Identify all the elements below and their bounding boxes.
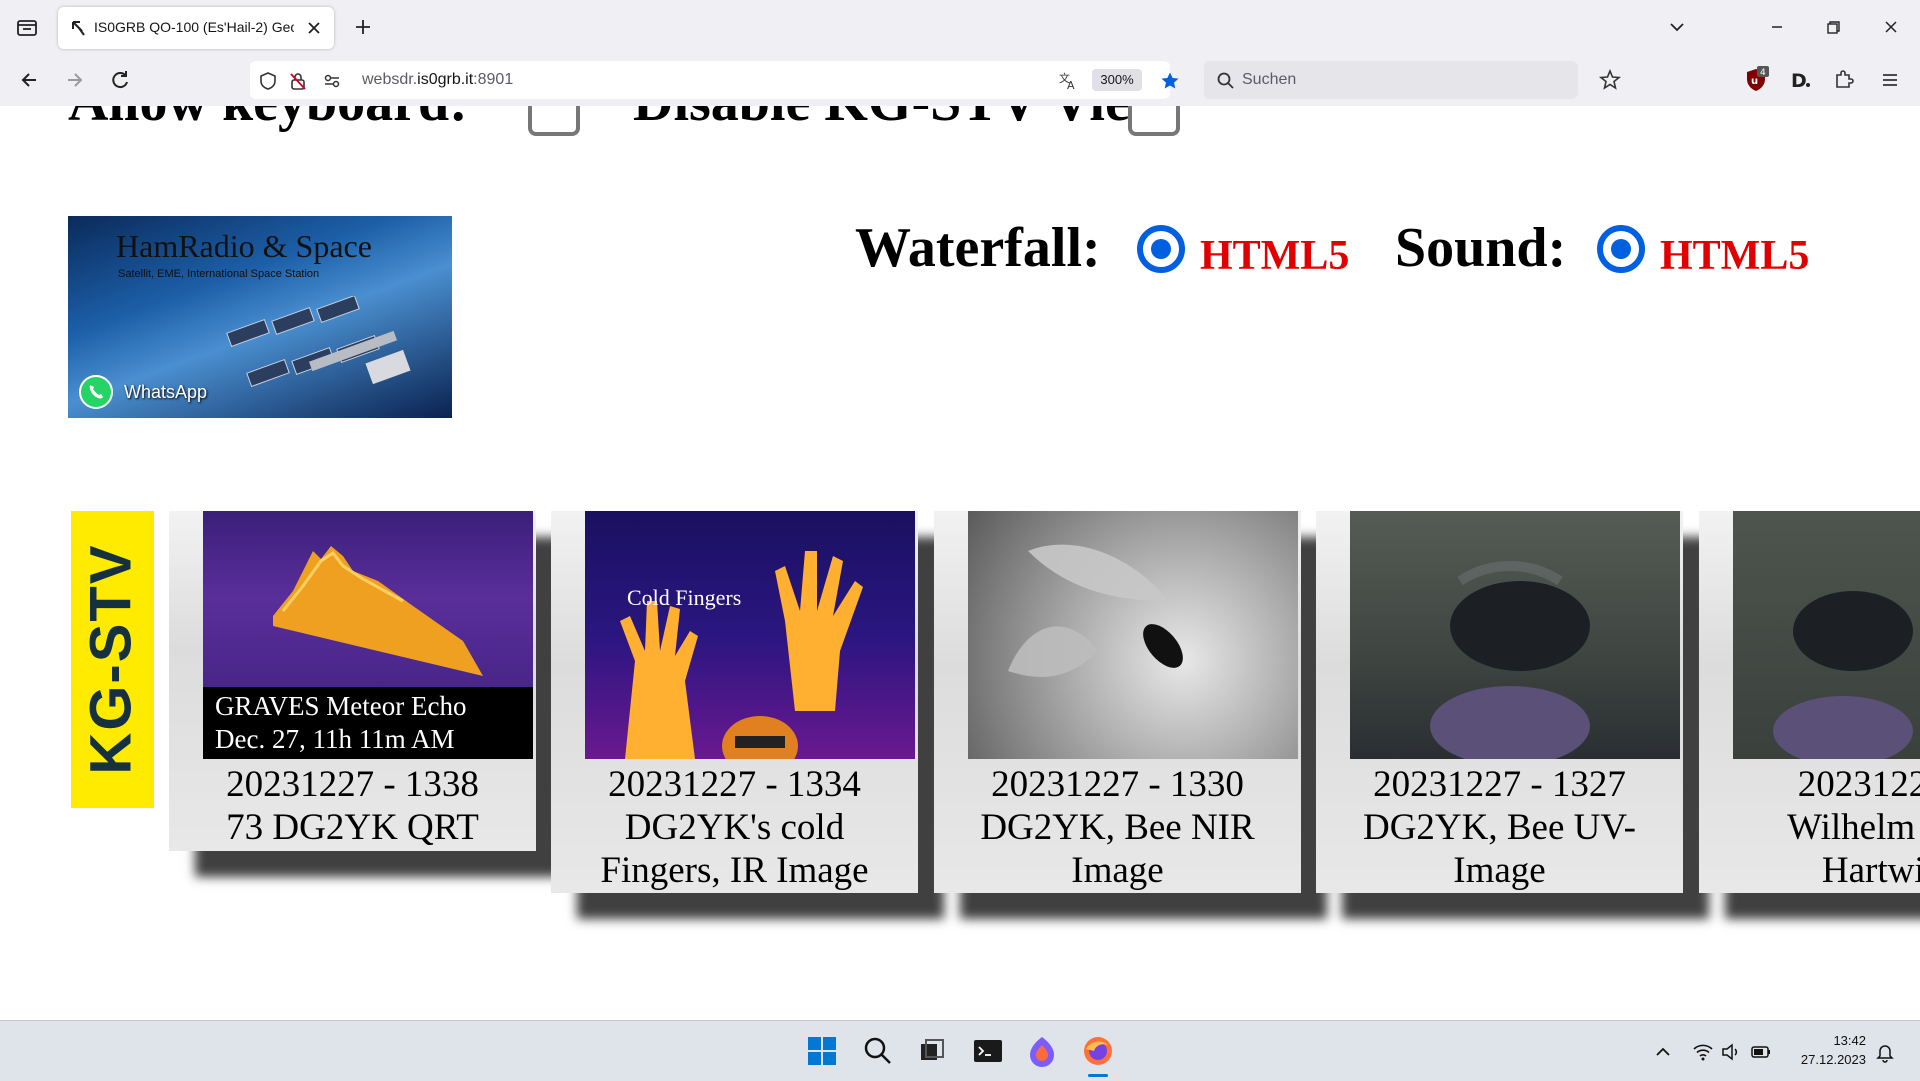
chevron-up-icon[interactable] <box>1652 1041 1674 1063</box>
graves-meteor-image: GRAVES Meteor Echo Dec. 27, 11h 11m AM <box>203 511 533 759</box>
svg-text:u: u <box>1751 76 1758 87</box>
search-placeholder: Suchen <box>1242 71 1297 88</box>
system-clock[interactable]: 13:42 27.12.2023 <box>1790 1031 1866 1069</box>
svg-text:A: A <box>1067 79 1075 91</box>
banner-subtitle: Satellit, EME, International Space Stati… <box>118 268 320 280</box>
card-caption: 20231227 - 1334 DG2YK's cold Fingers, IR… <box>600 764 869 891</box>
clock-time: 13:42 <box>1833 1033 1866 1048</box>
extensions-puzzle-icon[interactable] <box>1830 66 1858 94</box>
whatsapp-label: WhatsApp <box>124 382 208 402</box>
page-content: Allow keyboard: Disable KG-STV View HamR… <box>0 106 1920 1020</box>
allow-keyboard-label: Allow keyboard: <box>68 106 468 134</box>
space-station-image <box>226 296 411 388</box>
gallery-card[interactable]: 20231227 - 1327 DG2YK, Bee UV- Image <box>1316 511 1683 893</box>
firefox-icon[interactable] <box>1082 1035 1114 1067</box>
browser-app-icon[interactable] <box>1026 1035 1058 1067</box>
bookmark-star-icon[interactable] <box>1160 71 1180 91</box>
bee-nir-image <box>968 511 1298 759</box>
hamburger-menu-icon[interactable] <box>1876 66 1904 94</box>
waterfall-label: Waterfall: <box>855 217 1101 279</box>
allow-keyboard-checkbox[interactable] <box>528 106 580 136</box>
browser-chrome: IS0GRB QO-100 (Es'Hail-2) Geo websdr.is0… <box>0 0 1920 106</box>
back-arrow-icon[interactable] <box>16 66 44 94</box>
url-bar[interactable]: websdr.is0grb.it:8901 文A 300% <box>250 61 1179 99</box>
task-view-icon[interactable] <box>916 1035 948 1067</box>
close-window-icon[interactable] <box>1878 14 1904 40</box>
tab-active[interactable]: IS0GRB QO-100 (Es'Hail-2) Geo <box>58 7 334 49</box>
windows-taskbar: 13:42 27.12.2023 <box>0 1020 1920 1081</box>
dashlane-extension-icon[interactable]: D <box>1786 66 1814 94</box>
volume-icon[interactable] <box>1720 1041 1742 1063</box>
card-caption: 20231227 - Wilhelm DG Hartwig <box>1787 764 1920 891</box>
gallery-card[interactable]: 20231227 - 1330 DG2YK, Bee NIR Image <box>934 511 1301 893</box>
hamradio-space-banner[interactable]: HamRadio & Space Satellit, EME, Internat… <box>68 216 452 418</box>
chevron-down-icon[interactable] <box>1664 14 1690 40</box>
waterfall-html5-label: HTML5 <box>1200 233 1350 279</box>
gallery-card[interactable]: Cold Fingers 20231227 - 1334 DG2YK's col… <box>551 511 918 893</box>
card-caption: 20231227 - 1338 73 DG2YK QRT <box>226 764 479 848</box>
windows-start-icon[interactable] <box>806 1035 838 1067</box>
kgstv-label: KG-STV <box>78 543 144 775</box>
satellite-dish-icon <box>70 19 88 37</box>
wilhelm-image <box>1733 511 1920 759</box>
minimize-icon[interactable] <box>1764 14 1790 40</box>
whatsapp-icon <box>78 374 114 410</box>
sound-html5-radio[interactable] <box>1596 224 1646 274</box>
notification-bell-icon[interactable] <box>1874 1041 1896 1063</box>
clock-date: 27.12.2023 <box>1800 1052 1866 1067</box>
battery-icon[interactable] <box>1750 1041 1772 1063</box>
shield-icon[interactable] <box>258 71 278 91</box>
disable-view-label: Disable KG-STV View <box>633 106 1170 134</box>
sound-html5-label: HTML5 <box>1660 233 1810 279</box>
search-bar[interactable]: Suchen <box>1204 61 1578 99</box>
svg-text:Cold Fingers: Cold Fingers <box>627 585 741 610</box>
card-caption: 20231227 - 1330 DG2YK, Bee NIR Image <box>980 764 1255 891</box>
wifi-icon[interactable] <box>1692 1041 1714 1063</box>
svg-text:Dec. 27, 11h 11m AM: Dec. 27, 11h 11m AM <box>215 724 454 754</box>
translate-icon[interactable]: 文A <box>1058 71 1078 92</box>
svg-text:GRAVES Meteor Echo: GRAVES Meteor Echo <box>215 691 466 721</box>
cold-fingers-ir-image: Cold Fingers <box>585 511 915 759</box>
reload-icon[interactable] <box>106 66 134 94</box>
restore-icon[interactable] <box>1820 14 1846 40</box>
zoom-level[interactable]: 300% <box>1092 69 1142 91</box>
tab-title: IS0GRB QO-100 (Es'Hail-2) Geo <box>94 19 294 35</box>
kgstv-sidebar: KG-STV <box>71 511 154 808</box>
active-app-indicator <box>1088 1074 1108 1077</box>
waterfall-html5-radio[interactable] <box>1136 224 1186 274</box>
ublock-extension-icon[interactable]: u4 <box>1742 66 1770 94</box>
tab-strip: IS0GRB QO-100 (Es'Hail-2) Geo <box>0 0 1920 55</box>
bee-uv-image <box>1350 511 1680 759</box>
permissions-icon[interactable] <box>322 71 342 91</box>
new-tab-icon[interactable] <box>350 14 376 40</box>
gallery-card[interactable]: 20231227 - Wilhelm DG Hartwig <box>1699 511 1920 893</box>
tab-list-icon[interactable] <box>14 14 40 40</box>
svg-text:D: D <box>1791 70 1807 92</box>
search-icon <box>1216 71 1236 91</box>
banner-title: HamRadio & Space <box>116 228 372 264</box>
insecure-lock-icon[interactable] <box>288 71 308 91</box>
card-caption: 20231227 - 1327 DG2YK, Bee UV- Image <box>1362 764 1637 891</box>
forward-arrow-icon[interactable] <box>60 66 88 94</box>
svg-text:4: 4 <box>1760 68 1766 78</box>
close-tab-icon[interactable] <box>304 18 324 38</box>
nav-bar: websdr.is0grb.it:8901 文A 300% Suchen u4 … <box>0 55 1920 106</box>
sound-label: Sound: <box>1395 217 1567 279</box>
gallery-card[interactable]: GRAVES Meteor Echo Dec. 27, 11h 11m AM 2… <box>169 511 536 851</box>
url-text[interactable]: websdr.is0grb.it:8901 <box>362 71 513 89</box>
terminal-icon[interactable] <box>972 1035 1004 1067</box>
disable-view-checkbox[interactable] <box>1128 106 1180 136</box>
search-taskbar-icon[interactable] <box>862 1035 894 1067</box>
pocket-save-icon[interactable] <box>1596 66 1624 94</box>
